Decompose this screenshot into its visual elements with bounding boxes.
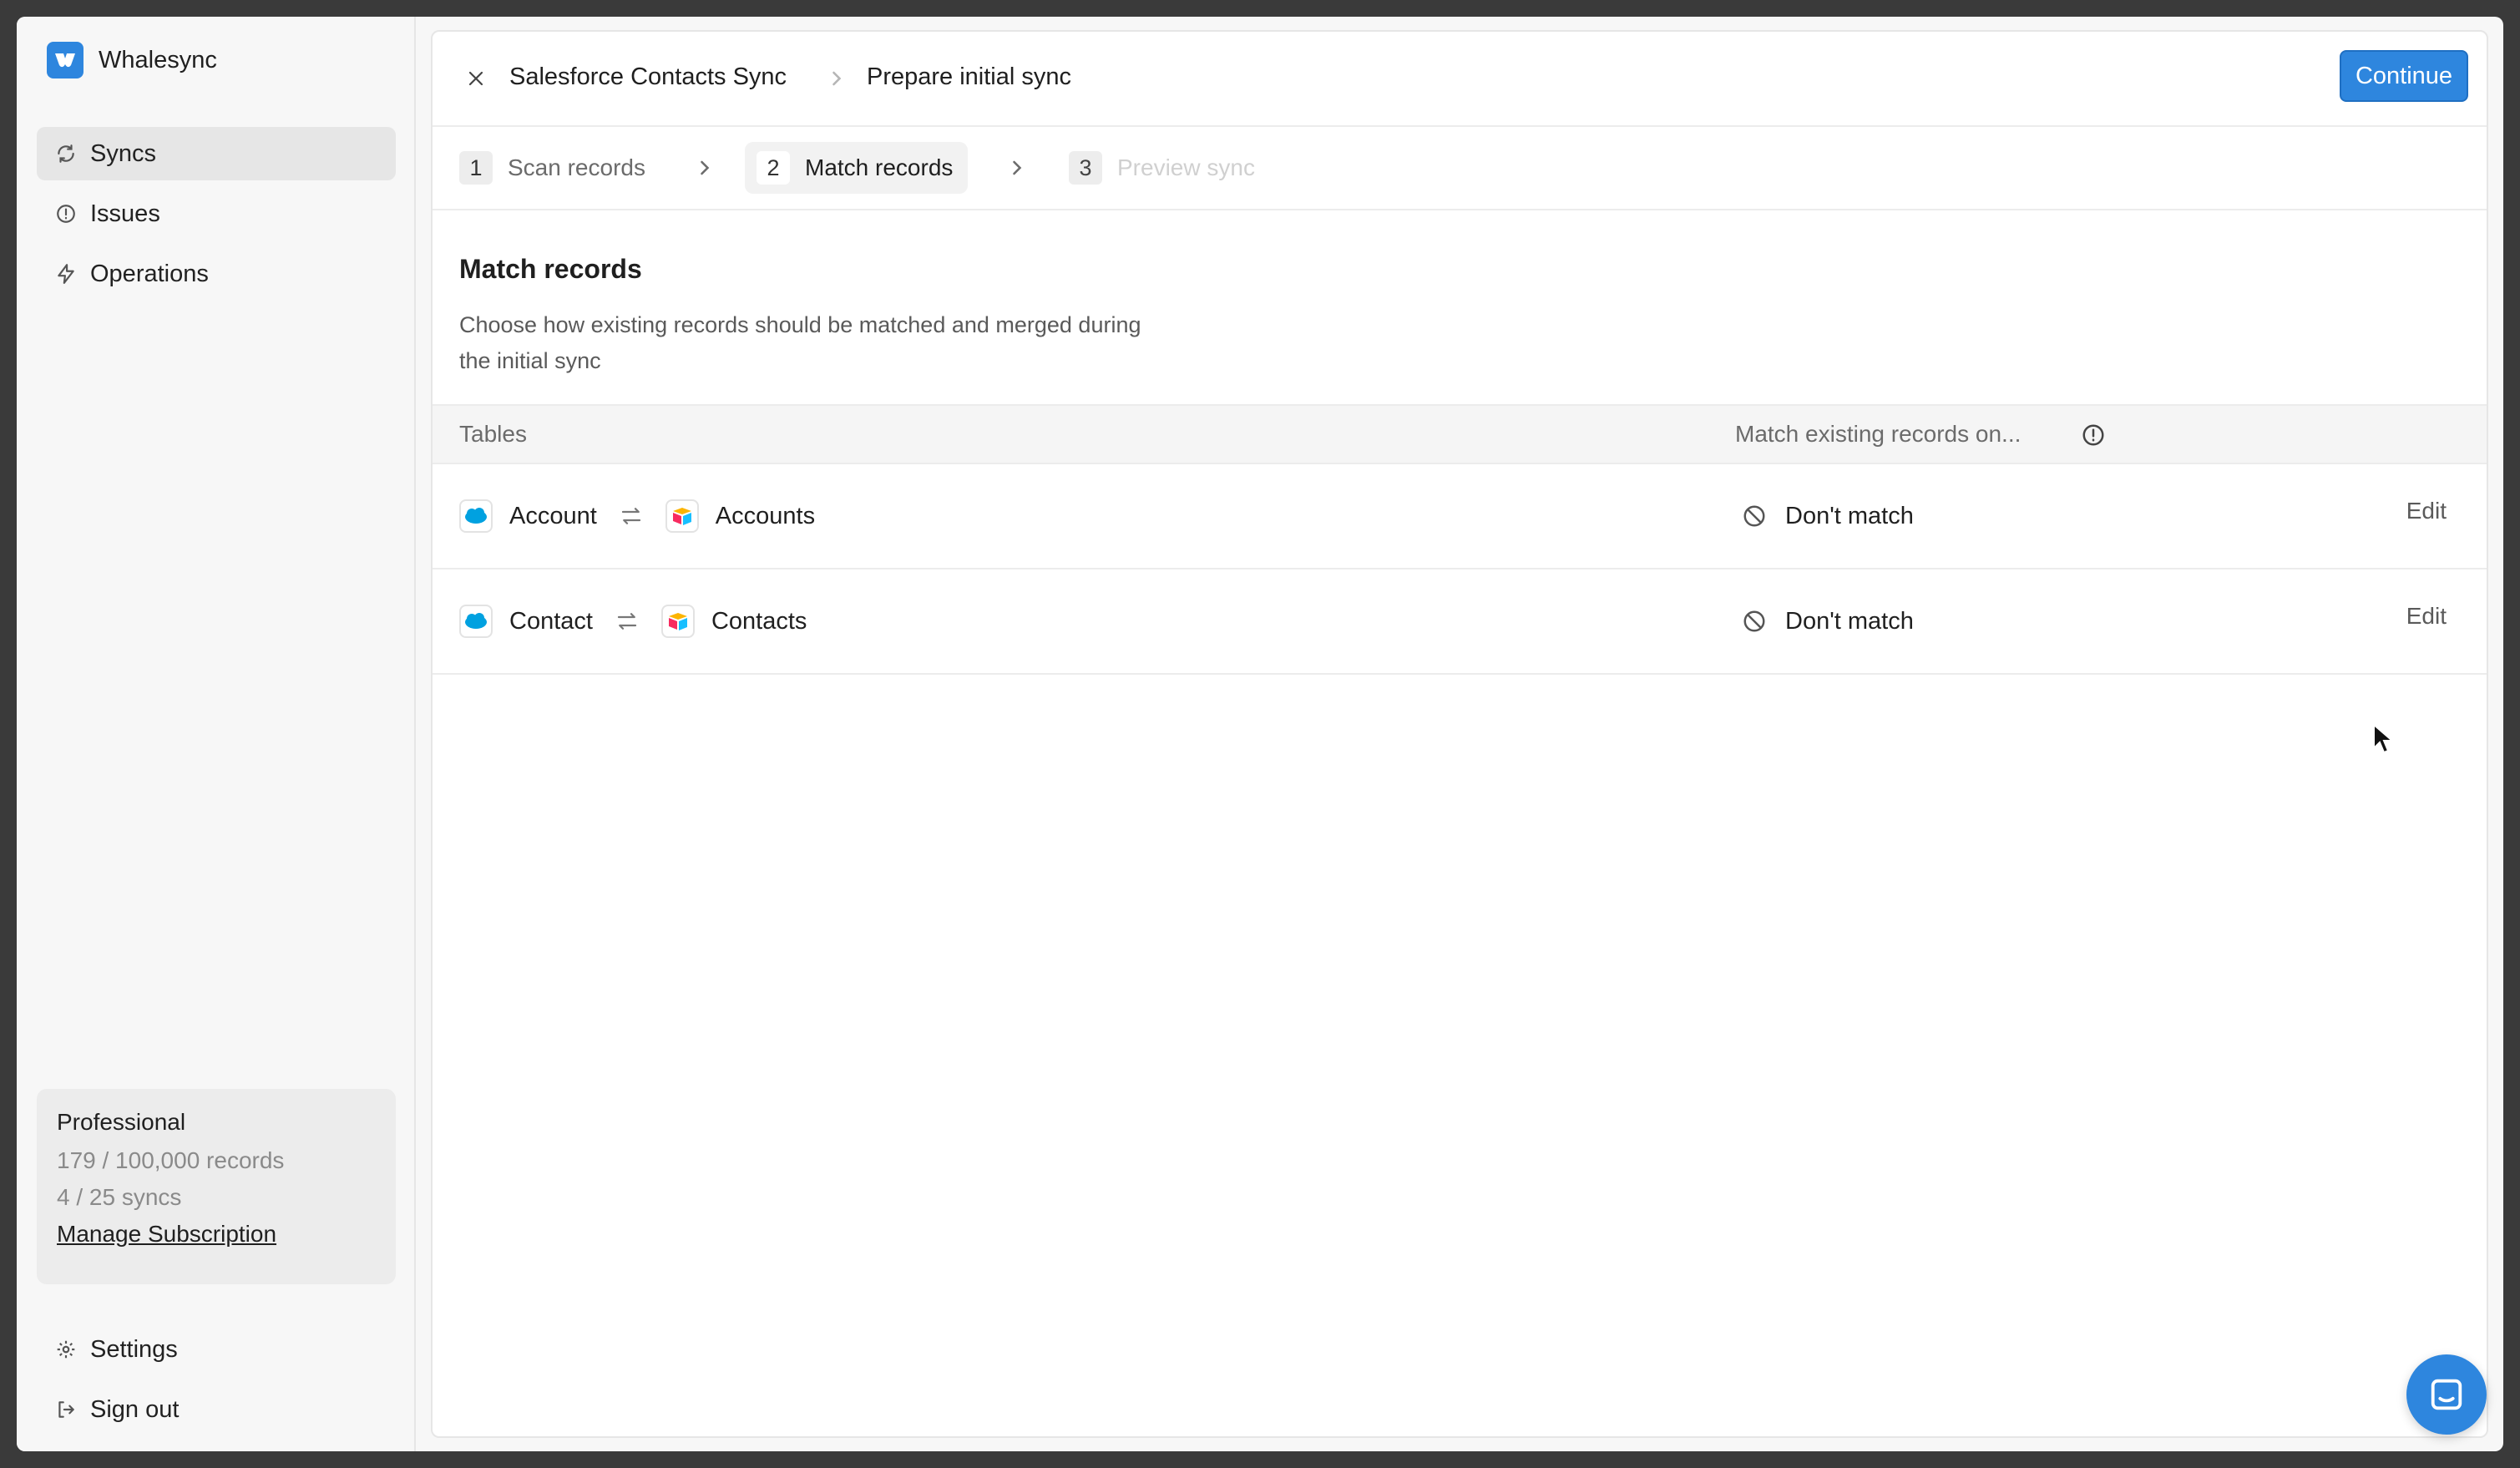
chat-launcher-button[interactable] — [2406, 1354, 2487, 1435]
section-description: Choose how existing records should be ma… — [459, 312, 1141, 373]
plan-card: Professional 179 / 100,000 records 4 / 2… — [37, 1089, 396, 1284]
salesforce-icon — [459, 499, 493, 533]
brand-name: Whalesync — [99, 46, 217, 73]
stepper: 1 Scan records 2 Match records 3 Preview… — [433, 127, 2487, 210]
target-table-name: Contacts — [711, 607, 807, 635]
continue-button[interactable]: Continue — [2340, 50, 2468, 102]
table-row: Account Accounts Don't match Edit — [433, 464, 2487, 569]
bottom-nav: Settings Sign out — [37, 1323, 396, 1443]
sidebar-item-operations[interactable]: Operations — [37, 247, 396, 301]
sidebar-item-label: Syncs — [90, 139, 156, 167]
alert-circle-icon — [53, 201, 78, 226]
match-value: Don't match — [1785, 607, 1914, 635]
table-header: Tables Match existing records on... — [433, 404, 2487, 464]
sidebar-item-label: Issues — [90, 200, 160, 227]
plan-records-usage: 179 / 100,000 records — [57, 1147, 285, 1173]
sidebar-item-syncs[interactable]: Syncs — [37, 127, 396, 180]
chevron-right-icon — [701, 160, 710, 175]
lightning-icon — [53, 261, 78, 286]
top-bar: Salesforce Contacts Sync Prepare initial… — [433, 32, 2487, 127]
ban-icon — [1743, 610, 1765, 632]
airtable-icon — [660, 605, 695, 638]
sidebar-item-sign-out[interactable]: Sign out — [37, 1383, 396, 1436]
breadcrumb-current: Prepare initial sync — [867, 63, 1071, 90]
close-icon — [468, 71, 483, 86]
app-window: Whalesync Syncs Issues Operations Profes… — [17, 17, 2503, 1451]
chat-icon — [2431, 1379, 2462, 1410]
sidebar-item-label: Sign out — [90, 1395, 180, 1423]
manage-subscription-link[interactable]: Manage Subscription — [57, 1221, 276, 1247]
step-label: Preview sync — [1117, 154, 1255, 180]
sidebar: Whalesync Syncs Issues Operations Profes… — [17, 17, 416, 1451]
brand[interactable]: Whalesync — [47, 42, 217, 78]
source-table-name: Account — [509, 502, 597, 529]
step-label: Match records — [805, 154, 954, 180]
section-title: Match records — [459, 254, 642, 284]
column-header-match: Match existing records on... — [1735, 421, 2022, 447]
plan-name: Professional — [57, 1109, 186, 1135]
table-pair: Account Accounts — [459, 498, 815, 534]
step-number: 1 — [459, 151, 493, 185]
match-setting: Don't match — [1742, 498, 1914, 534]
main-panel: Salesforce Contacts Sync Prepare initial… — [431, 30, 2488, 1438]
sidebar-item-issues[interactable]: Issues — [37, 187, 396, 240]
sidebar-item-settings[interactable]: Settings — [37, 1323, 396, 1376]
match-setting: Don't match — [1742, 603, 1914, 640]
step-number: 3 — [1069, 151, 1102, 185]
step-match-records[interactable]: 2 Match records — [745, 142, 969, 194]
airtable-icon — [665, 499, 699, 533]
step-label: Scan records — [508, 154, 645, 180]
target-table-name: Accounts — [715, 502, 816, 529]
info-icon[interactable] — [2081, 423, 2106, 448]
main-nav: Syncs Issues Operations — [37, 127, 396, 307]
swap-arrows-icon — [617, 613, 637, 630]
whalesync-logo-icon — [47, 42, 83, 78]
edit-button[interactable]: Edit — [2406, 603, 2447, 630]
source-table-name: Contact — [509, 607, 593, 635]
table-row: Contact Contacts Don't match Edit — [433, 569, 2487, 675]
chevron-right-icon — [1013, 160, 1022, 175]
step-preview-sync: 3 Preview sync — [1069, 142, 1255, 194]
gear-icon — [53, 1337, 78, 1362]
mouse-cursor-icon — [2373, 723, 2395, 754]
column-header-tables: Tables — [459, 421, 527, 447]
sign-out-icon — [53, 1397, 78, 1422]
refresh-icon — [53, 141, 78, 166]
ban-icon — [1743, 505, 1765, 527]
sidebar-item-label: Settings — [90, 1335, 178, 1363]
breadcrumb-sync-name[interactable]: Salesforce Contacts Sync — [509, 63, 787, 91]
table-pair: Contact Contacts — [459, 603, 807, 640]
close-button[interactable] — [461, 63, 491, 94]
plan-syncs-usage: 4 / 25 syncs — [57, 1184, 182, 1210]
salesforce-icon — [459, 605, 493, 638]
step-scan-records[interactable]: 1 Scan records — [459, 142, 645, 194]
step-number: 2 — [757, 151, 790, 185]
match-value: Don't match — [1785, 502, 1914, 529]
sidebar-item-label: Operations — [90, 260, 209, 287]
swap-arrows-icon — [621, 508, 640, 524]
edit-button[interactable]: Edit — [2406, 498, 2447, 524]
chevron-right-icon — [832, 71, 842, 86]
